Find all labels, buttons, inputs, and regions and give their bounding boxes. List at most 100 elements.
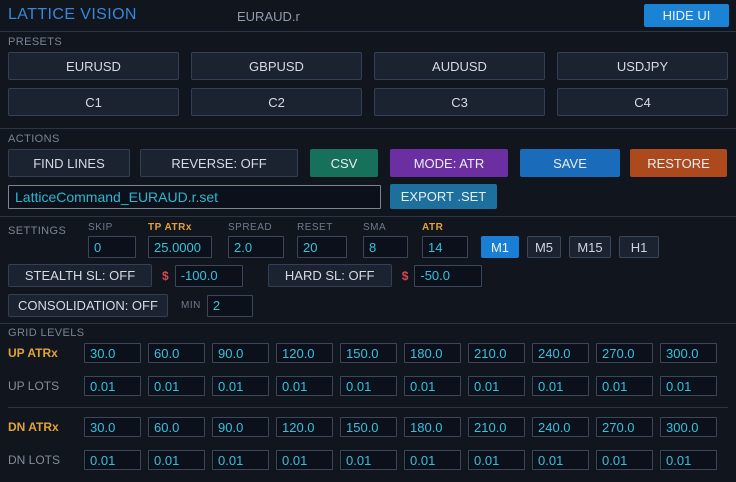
grid-level-input[interactable] <box>276 450 333 470</box>
grid-level-input[interactable] <box>596 343 653 363</box>
grid-level-input[interactable] <box>660 450 717 470</box>
grid-level-input[interactable] <box>660 376 717 396</box>
grid-level-input[interactable] <box>212 376 269 396</box>
preset-button-c2[interactable]: C2 <box>191 88 362 116</box>
csv-button[interactable]: CSV <box>310 149 378 177</box>
grid-level-input[interactable] <box>532 376 589 396</box>
min-label: MIN <box>181 300 201 311</box>
grid-level-input[interactable] <box>84 450 141 470</box>
stealth-sl-toggle[interactable]: STEALTH SL: OFF <box>8 264 152 287</box>
grid-level-input[interactable] <box>84 417 141 437</box>
grid-level-input[interactable] <box>404 376 461 396</box>
grid-level-input[interactable] <box>276 417 333 437</box>
export-set-button[interactable]: EXPORT .SET <box>390 184 497 209</box>
setting-label-tp-atrx: TP ATRx <box>148 222 192 233</box>
setting-field-tp-atrx: TP ATRx <box>148 222 212 258</box>
grid-row-label-dn-lots: DN LOTS <box>8 453 61 467</box>
grid-row-label-up-atrx: UP ATRx <box>8 346 58 360</box>
timeframe-button-m15[interactable]: M15 <box>569 236 611 258</box>
grid-level-input[interactable] <box>468 343 525 363</box>
setting-label-spread: SPREAD <box>228 222 273 233</box>
grid-level-input[interactable] <box>212 343 269 363</box>
mode-toggle-button[interactable]: MODE: ATR <box>390 149 508 177</box>
stop-loss-row: STEALTH SL: OFF $ HARD SL: OFF $ <box>8 264 728 287</box>
grid-level-input[interactable] <box>340 343 397 363</box>
grid-level-input[interactable] <box>596 376 653 396</box>
grid-level-input[interactable] <box>532 450 589 470</box>
stealth-sl-input[interactable] <box>174 264 243 287</box>
set-filename-input[interactable] <box>8 184 381 209</box>
setting-input-sma[interactable] <box>363 236 408 258</box>
grid-level-input[interactable] <box>276 376 333 396</box>
grid-level-input[interactable] <box>660 417 717 437</box>
setting-input-skip[interactable] <box>88 236 136 258</box>
grid-level-input[interactable] <box>660 343 717 363</box>
grid-levels-section: GRID LEVELS UP ATRx UP LOTS DN ATRx DN LOT… <box>0 324 736 470</box>
grid-level-input[interactable] <box>468 376 525 396</box>
min-input[interactable] <box>206 294 253 317</box>
setting-field-skip: SKIP <box>88 222 136 258</box>
grid-level-input[interactable] <box>468 417 525 437</box>
hide-ui-button[interactable]: HIDE UI <box>644 4 729 27</box>
grid-row-label-up-lots: UP LOTS <box>8 379 60 393</box>
setting-field-sma: SMA <box>363 222 408 258</box>
hard-sl-input[interactable] <box>414 264 483 287</box>
restore-button[interactable]: RESTORE <box>630 149 727 177</box>
grid-level-input[interactable] <box>404 343 461 363</box>
settings-fields: SKIP TP ATRx SPREAD RESET SMA ATR <box>88 222 468 258</box>
grid-level-input[interactable] <box>148 376 205 396</box>
setting-field-spread: SPREAD <box>228 222 284 258</box>
grid-row-dn-atrx: DN ATRx <box>8 417 728 437</box>
preset-button-gbpusd[interactable]: GBPUSD <box>191 52 362 80</box>
grid-level-input[interactable] <box>596 450 653 470</box>
preset-button-c3[interactable]: C3 <box>374 88 545 116</box>
grid-level-input[interactable] <box>148 343 205 363</box>
preset-button-c4[interactable]: C4 <box>557 88 728 116</box>
grid-level-input[interactable] <box>212 417 269 437</box>
timeframe-button-h1[interactable]: H1 <box>619 236 659 258</box>
grid-level-input[interactable] <box>468 450 525 470</box>
setting-input-reset[interactable] <box>297 236 347 258</box>
grid-level-input[interactable] <box>148 417 205 437</box>
preset-button-audusd[interactable]: AUDUSD <box>374 52 545 80</box>
find-lines-button[interactable]: FIND LINES <box>8 149 130 177</box>
save-button[interactable]: SAVE <box>520 149 620 177</box>
grid-level-input[interactable] <box>212 450 269 470</box>
presets-section-label: PRESETS <box>8 36 63 48</box>
grid-level-input[interactable] <box>340 450 397 470</box>
setting-input-tp-atrx[interactable] <box>148 236 212 258</box>
hard-sl-toggle[interactable]: HARD SL: OFF <box>267 264 392 287</box>
preset-button-c1[interactable]: C1 <box>8 88 179 116</box>
grid-row-dn-lots: DN LOTS <box>8 450 728 470</box>
settings-section-label: SETTINGS <box>8 225 67 237</box>
actions-section: ACTIONS FIND LINES REVERSE: OFF CSV MODE… <box>0 129 736 209</box>
preset-button-eurusd[interactable]: EURUSD <box>8 52 179 80</box>
setting-label-skip: SKIP <box>88 222 113 233</box>
consolidation-toggle[interactable]: CONSOLIDATION: OFF <box>8 294 168 317</box>
symbol-label: EURAUD.r <box>237 9 300 24</box>
setting-input-spread[interactable] <box>228 236 284 258</box>
grid-inputs <box>84 343 717 363</box>
grid-level-input[interactable] <box>404 417 461 437</box>
grid-level-input[interactable] <box>84 376 141 396</box>
grid-dn-rows: DN ATRx DN LOTS <box>8 417 728 470</box>
dollar-icon: $ <box>401 268 409 283</box>
grid-level-input[interactable] <box>596 417 653 437</box>
grid-level-input[interactable] <box>148 450 205 470</box>
grid-level-input[interactable] <box>340 417 397 437</box>
consolidation-row: CONSOLIDATION: OFF MIN <box>8 294 728 317</box>
actions-button-row: FIND LINES REVERSE: OFF CSV MODE: ATR SA… <box>8 149 728 177</box>
grid-level-input[interactable] <box>404 450 461 470</box>
grid-level-input[interactable] <box>532 343 589 363</box>
grid-level-input[interactable] <box>532 417 589 437</box>
preset-row-1: EURUSD GBPUSD AUDUSD USDJPY <box>8 52 728 80</box>
grid-level-input[interactable] <box>340 376 397 396</box>
timeframe-button-m5[interactable]: M5 <box>527 236 561 258</box>
preset-button-usdjpy[interactable]: USDJPY <box>557 52 728 80</box>
timeframe-button-m1[interactable]: M1 <box>481 236 519 258</box>
setting-label-reset: RESET <box>297 222 333 233</box>
setting-input-atr[interactable] <box>422 236 468 258</box>
grid-level-input[interactable] <box>84 343 141 363</box>
reverse-toggle-button[interactable]: REVERSE: OFF <box>140 149 298 177</box>
grid-level-input[interactable] <box>276 343 333 363</box>
